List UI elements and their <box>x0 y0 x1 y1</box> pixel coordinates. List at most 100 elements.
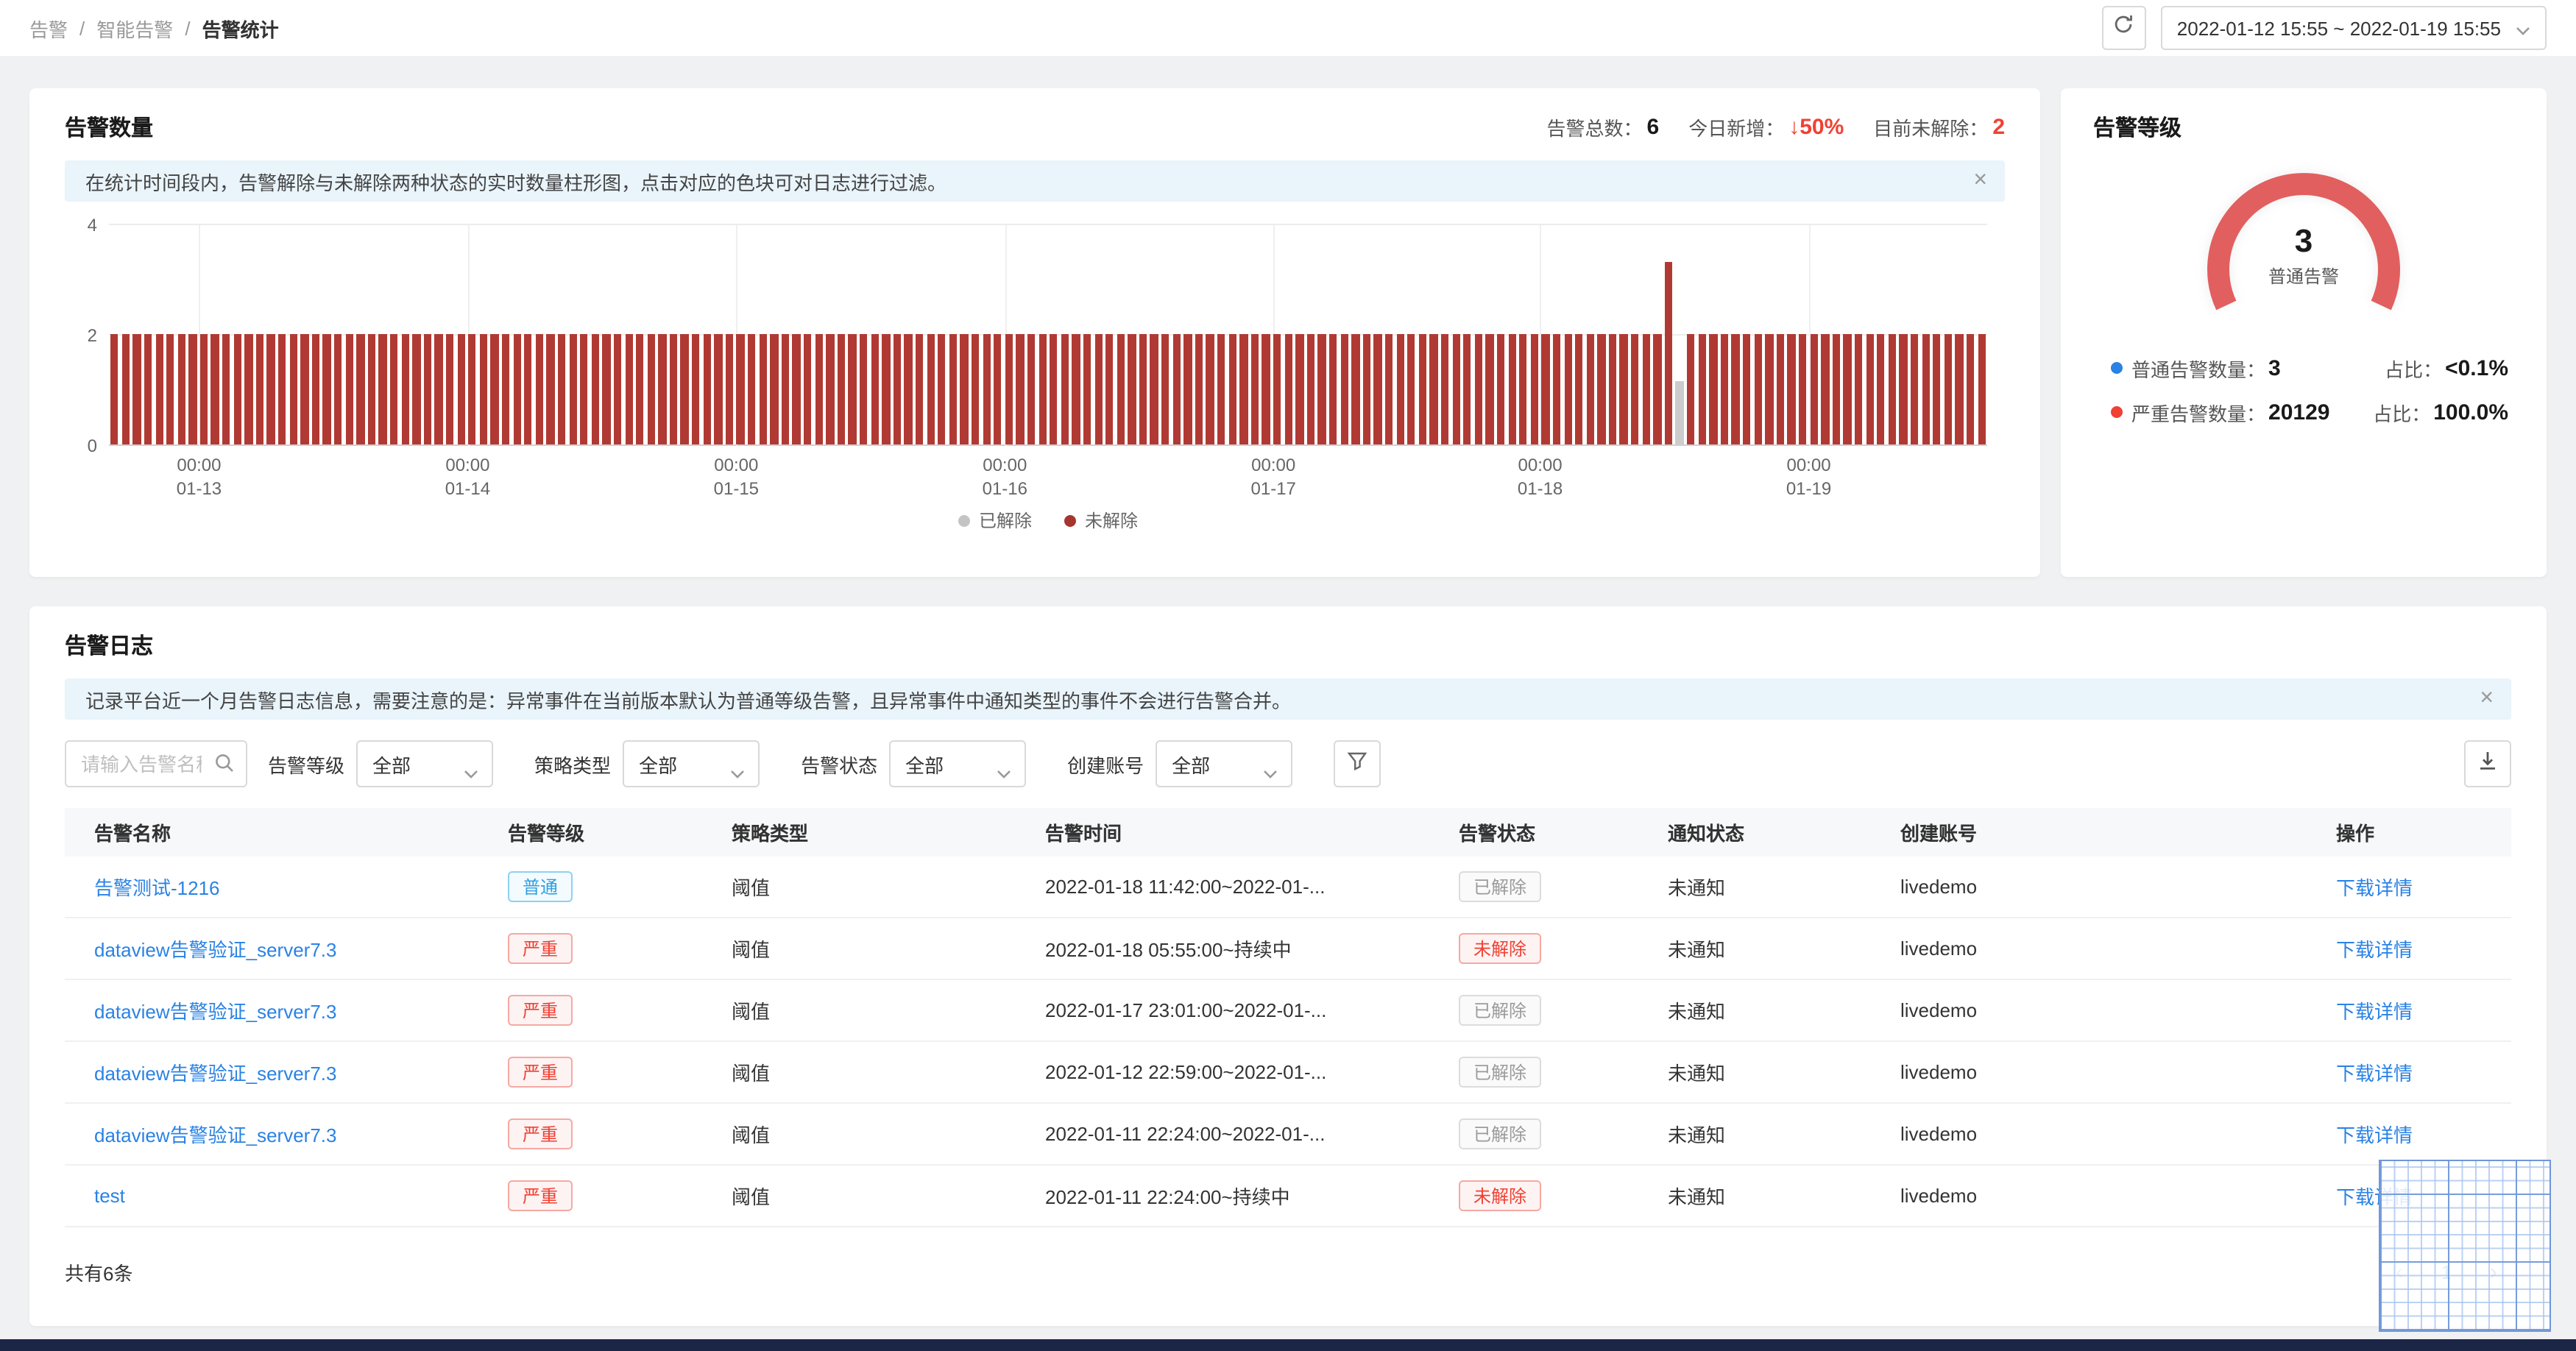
chart-bar[interactable] <box>166 334 174 444</box>
chart-bar[interactable] <box>882 334 891 444</box>
chart-bar[interactable] <box>1899 334 1908 444</box>
chart-bar[interactable] <box>1821 334 1830 444</box>
chart-bar[interactable] <box>1474 334 1483 444</box>
chart-bar[interactable] <box>1843 334 1852 444</box>
chart-bar[interactable] <box>1564 334 1572 444</box>
chart-bar[interactable] <box>434 334 443 444</box>
chart-bar[interactable] <box>848 334 857 444</box>
chart-bar[interactable] <box>345 334 353 444</box>
chart-bar[interactable] <box>1452 334 1460 444</box>
chart-bar[interactable] <box>860 334 868 444</box>
chart-bar[interactable] <box>625 334 633 444</box>
chart-bar[interactable] <box>904 334 913 444</box>
chart-bar[interactable] <box>994 334 1002 444</box>
chart-bar[interactable] <box>1429 334 1438 444</box>
chart-bar[interactable] <box>1329 334 1337 444</box>
chart-bar[interactable] <box>826 334 835 444</box>
chart-bar[interactable] <box>983 334 991 444</box>
chart-bar[interactable] <box>1183 334 1192 444</box>
chart-bar[interactable] <box>1440 334 1449 444</box>
chart-bar[interactable] <box>378 334 387 444</box>
chart-bar[interactable] <box>412 334 421 444</box>
refresh-button[interactable] <box>2101 6 2146 50</box>
chart-bar[interactable] <box>322 334 331 444</box>
download-detail-link[interactable]: 下载详情 <box>2336 1001 2413 1023</box>
breadcrumb-item-smart-alert[interactable]: 智能告警 <box>96 14 173 42</box>
chart-bar[interactable] <box>1094 334 1103 444</box>
alert-name-link[interactable]: test <box>94 1185 125 1207</box>
chart-bar[interactable] <box>1955 334 1964 444</box>
chart-bar[interactable] <box>1384 334 1393 444</box>
chart-bar[interactable] <box>781 334 790 444</box>
chart-bar[interactable] <box>535 334 544 444</box>
chart-bar[interactable] <box>1877 334 1885 444</box>
chart-bar[interactable] <box>1619 334 1628 444</box>
close-icon[interactable]: × <box>2480 687 2494 711</box>
chart-bar[interactable] <box>1273 334 1281 444</box>
chart-bar[interactable] <box>367 334 376 444</box>
chart-bar[interactable] <box>356 334 365 444</box>
chart-bar[interactable] <box>457 334 465 444</box>
chart-bar[interactable] <box>1597 334 1606 444</box>
chart-bar[interactable] <box>569 334 577 444</box>
chart-bar[interactable] <box>1206 334 1214 444</box>
chart-bar[interactable] <box>1910 334 1919 444</box>
chart-bar[interactable] <box>703 334 711 444</box>
chart-bar[interactable] <box>949 334 958 444</box>
chart-bar[interactable] <box>244 334 253 444</box>
chart-bar[interactable] <box>1262 334 1270 444</box>
chart-bar[interactable] <box>110 334 118 444</box>
chart-bar[interactable] <box>837 334 846 444</box>
chart-bar[interactable] <box>1083 334 1091 444</box>
chart-bar[interactable] <box>1944 334 1953 444</box>
chart-bar[interactable] <box>1519 334 1527 444</box>
chart-bar[interactable] <box>871 334 879 444</box>
chart-bar[interactable] <box>1340 334 1348 444</box>
chart-bar[interactable] <box>1463 334 1471 444</box>
alert-name-link[interactable]: dataview告警验证_server7.3 <box>94 1063 336 1085</box>
chart-bar[interactable] <box>155 334 163 444</box>
chart-bar[interactable] <box>1776 334 1785 444</box>
download-button[interactable] <box>2464 740 2511 787</box>
chart-bar[interactable] <box>1105 334 1114 444</box>
chart-bar[interactable] <box>144 334 152 444</box>
download-detail-link[interactable]: 下载详情 <box>2336 877 2413 899</box>
chart-bar[interactable] <box>1810 334 1818 444</box>
chart-bar[interactable] <box>199 334 208 444</box>
chart-bar[interactable] <box>1731 334 1740 444</box>
download-detail-link[interactable]: 下载详情 <box>2336 939 2413 961</box>
chart-bar[interactable] <box>445 334 454 444</box>
chart-bar[interactable] <box>233 334 241 444</box>
chart-bar[interactable] <box>1709 334 1718 444</box>
chart-bar[interactable] <box>1239 334 1248 444</box>
chart-bar[interactable] <box>1117 334 1125 444</box>
chart-bar[interactable] <box>1754 334 1762 444</box>
chart-bar[interactable] <box>1664 262 1673 444</box>
chart-bar[interactable] <box>1128 334 1136 444</box>
chart-bar[interactable] <box>1586 334 1595 444</box>
chart-bar[interactable] <box>1653 334 1662 444</box>
chart-bar[interactable] <box>1050 334 1058 444</box>
chart-bar[interactable] <box>759 334 767 444</box>
filter-policy-select[interactable]: 全部 <box>623 740 760 787</box>
chart-bar[interactable] <box>1530 334 1539 444</box>
chart-bar[interactable] <box>524 334 532 444</box>
chart-bar[interactable] <box>658 334 667 444</box>
alert-name-link[interactable]: dataview告警验证_server7.3 <box>94 939 336 961</box>
chart-bar[interactable] <box>1295 334 1304 444</box>
chart-bar[interactable] <box>289 334 297 444</box>
chart-bar[interactable] <box>1139 334 1147 444</box>
chart-bar[interactable] <box>692 334 700 444</box>
alert-name-link[interactable]: dataview告警验证_server7.3 <box>94 1001 336 1023</box>
chart-bar[interactable] <box>602 334 611 444</box>
chart-bar[interactable] <box>1317 334 1326 444</box>
chart-bar[interactable] <box>1642 334 1650 444</box>
filter-account-select[interactable]: 全部 <box>1156 740 1293 787</box>
filter-level-select[interactable]: 全部 <box>356 740 494 787</box>
chart-bar[interactable] <box>1005 334 1013 444</box>
chart-bar[interactable] <box>1195 334 1203 444</box>
chart-bar[interactable] <box>893 334 902 444</box>
chart-bar[interactable] <box>1631 334 1639 444</box>
alert-name-link[interactable]: dataview告警验证_server7.3 <box>94 1124 336 1146</box>
chart-bar[interactable] <box>1407 334 1415 444</box>
